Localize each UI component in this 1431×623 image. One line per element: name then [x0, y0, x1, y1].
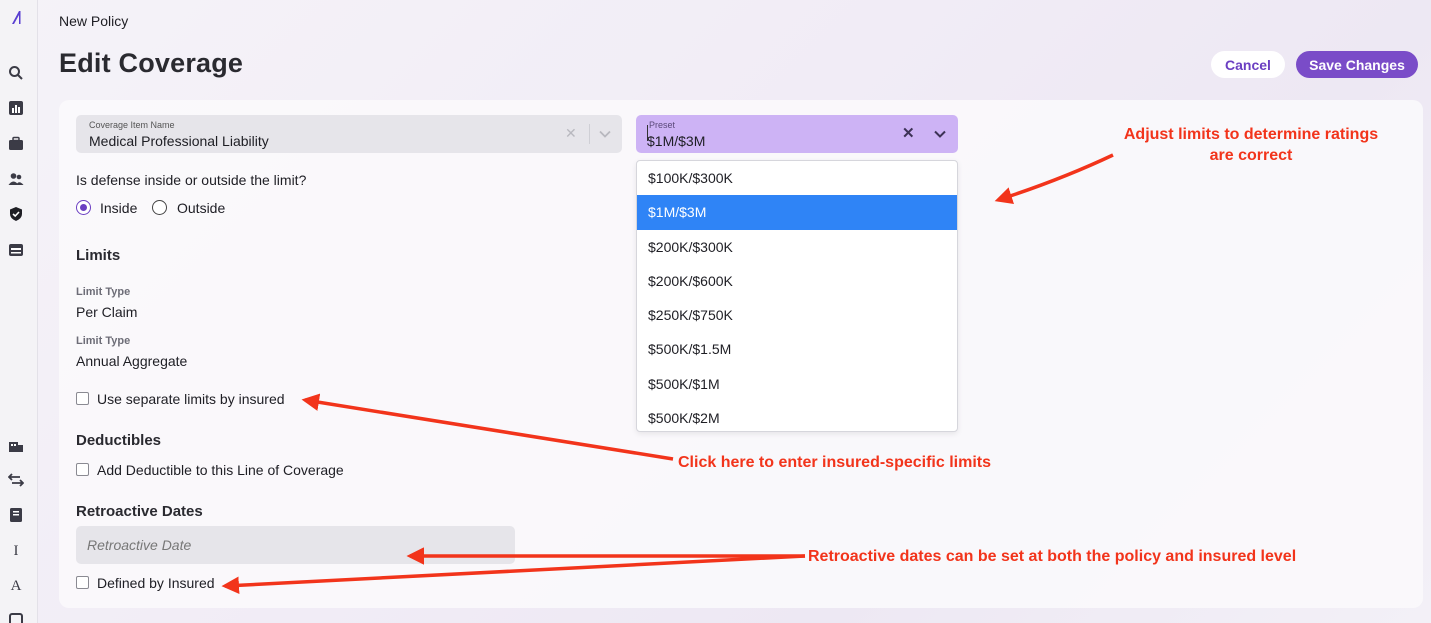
- preset-option[interactable]: $250K/$750K: [637, 298, 957, 332]
- chart-icon[interactable]: [8, 100, 24, 116]
- annotation-insured-limits: Click here to enter insured-specific lim…: [678, 454, 991, 471]
- annotation-line: are correct: [1209, 147, 1293, 164]
- defense-question: Is defense inside or outside the limit?: [76, 172, 307, 188]
- clear-icon[interactable]: ✕: [902, 124, 915, 142]
- limit-type-value: Per Claim: [76, 304, 138, 320]
- preset-option[interactable]: $500K/$1M: [637, 367, 957, 401]
- separate-limits-checkbox[interactable]: [76, 392, 89, 405]
- archive-icon[interactable]: [8, 242, 24, 258]
- annotation-retro-dates: Retroactive dates can be set at both the…: [808, 548, 1297, 565]
- limit-type-value: Annual Aggregate: [76, 353, 188, 369]
- book-icon[interactable]: [8, 507, 24, 523]
- chevron-down-icon[interactable]: [598, 127, 612, 141]
- defined-by-insured-label[interactable]: Defined by Insured: [97, 575, 215, 591]
- radio-outside-label[interactable]: Outside: [177, 200, 225, 216]
- preset-select[interactable]: Preset $1M/$3M ✕: [636, 115, 958, 153]
- preset-value: $1M/$3M: [647, 133, 706, 149]
- separate-limits-label[interactable]: Use separate limits by insured: [97, 391, 285, 407]
- retroactive-date-input[interactable]: [76, 526, 515, 564]
- building-icon[interactable]: [8, 437, 24, 453]
- sidebar: I A: [0, 0, 38, 623]
- coverage-item-select[interactable]: Coverage Item Name Medical Professional …: [76, 115, 622, 153]
- annotation-adjust-limits: Adjust limits to determine ratings are c…: [1100, 124, 1402, 166]
- clear-icon[interactable]: ✕: [565, 125, 577, 142]
- briefcase-icon[interactable]: [8, 136, 24, 152]
- page-title: Edit Coverage: [59, 48, 244, 78]
- limits-heading: Limits: [76, 247, 121, 264]
- search-icon[interactable]: [8, 65, 24, 81]
- add-deductible-label[interactable]: Add Deductible to this Line of Coverage: [97, 462, 344, 478]
- annotation-line: Adjust limits to determine ratings: [1123, 126, 1379, 143]
- preset-dropdown-menu[interactable]: $100K/$300K $1M/$3M $200K/$300K $200K/$600K…: [636, 160, 958, 432]
- users-icon[interactable]: [8, 171, 24, 187]
- italic-i-icon[interactable]: I: [8, 543, 24, 559]
- select-divider: [589, 124, 590, 144]
- limit-type-label: Limit Type: [76, 335, 131, 347]
- preset-option[interactable]: $500K/$2M: [637, 401, 957, 431]
- deductibles-heading: Deductibles: [76, 432, 162, 449]
- shield-icon[interactable]: [8, 206, 24, 222]
- save-changes-button[interactable]: Save Changes: [1296, 51, 1418, 78]
- coverage-item-value: Medical Professional Liability: [89, 133, 269, 149]
- transfer-icon[interactable]: [8, 472, 24, 488]
- radio-outside[interactable]: [152, 200, 167, 215]
- limit-type-label: Limit Type: [76, 286, 131, 298]
- radio-inside-label[interactable]: Inside: [100, 200, 137, 216]
- radio-inside[interactable]: [76, 200, 91, 215]
- preset-option[interactable]: $1M/$3M: [637, 195, 957, 230]
- coverage-item-label: Coverage Item Name: [89, 120, 175, 130]
- preset-option[interactable]: $500K/$1.5M: [637, 332, 957, 366]
- breadcrumb[interactable]: New Policy: [59, 13, 128, 29]
- defined-by-insured-checkbox[interactable]: [76, 576, 89, 589]
- document-icon[interactable]: [8, 612, 24, 623]
- font-a-icon[interactable]: A: [8, 578, 24, 594]
- app-logo-icon[interactable]: [9, 9, 25, 25]
- retroactive-heading: Retroactive Dates: [76, 503, 203, 520]
- preset-option[interactable]: $200K/$300K: [637, 230, 957, 264]
- preset-option[interactable]: $200K/$600K: [637, 264, 957, 298]
- preset-label: Preset: [649, 120, 676, 130]
- add-deductible-checkbox[interactable]: [76, 463, 89, 476]
- cancel-button[interactable]: Cancel: [1211, 51, 1285, 78]
- chevron-down-icon[interactable]: [933, 127, 947, 141]
- preset-option[interactable]: $100K/$300K: [637, 161, 957, 195]
